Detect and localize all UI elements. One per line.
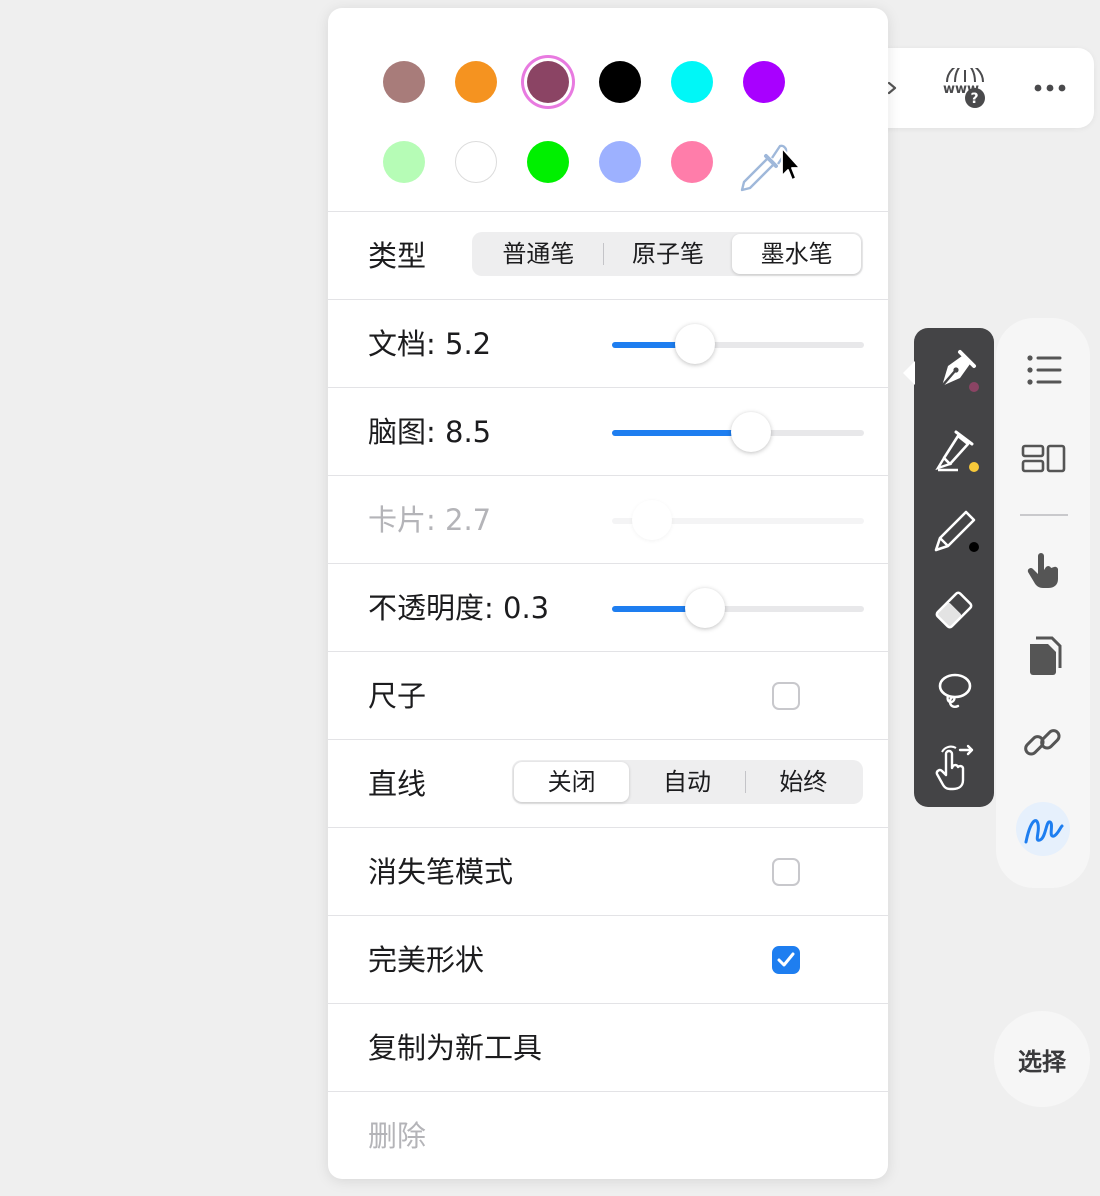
straight-line-label: 直线 xyxy=(368,767,427,801)
card-width-label: 卡片: 2.7 xyxy=(368,503,492,537)
highlighter-icon xyxy=(935,430,979,472)
svg-text:?: ? xyxy=(971,91,979,107)
pencil-tool[interactable] xyxy=(928,502,980,558)
duplicate-tool-label[interactable]: 复制为新工具 xyxy=(368,1004,542,1092)
document-width-label: 文档: 5.2 xyxy=(368,327,492,361)
swatch-orange[interactable] xyxy=(455,61,497,103)
pan-gesture-icon xyxy=(935,744,974,791)
hand-pointer-button[interactable] xyxy=(1016,544,1070,598)
web-help-icon[interactable]: www ? xyxy=(942,68,988,110)
vanish-mode-checkbox[interactable] xyxy=(772,858,800,886)
delete-label: 删除 xyxy=(368,1119,427,1153)
eraser-icon xyxy=(935,591,973,629)
vanish-mode-row: 消失笔模式 xyxy=(328,828,888,916)
layout-icon xyxy=(1021,444,1066,473)
swatch-green[interactable] xyxy=(527,141,569,183)
opacity-row: 不透明度: 0.3 xyxy=(328,564,888,652)
perfect-shape-label: 完美形状 xyxy=(368,943,485,977)
slider-knob xyxy=(632,500,673,540)
slider-knob[interactable] xyxy=(675,324,716,364)
pen-type-option-ballpoint[interactable]: 原子笔 xyxy=(604,234,733,274)
layout-button[interactable] xyxy=(1016,432,1070,486)
delete-row: 删除 xyxy=(328,1092,888,1179)
pencil-icon xyxy=(934,510,979,552)
straight-line-option-auto[interactable]: 自动 xyxy=(629,762,744,802)
mindmap-width-slider[interactable] xyxy=(612,412,864,452)
pen-toolbar xyxy=(903,328,994,807)
swatch-black[interactable] xyxy=(599,61,641,103)
slider-fill xyxy=(612,430,751,436)
fountain-pen-icon xyxy=(941,350,979,392)
eraser-tool[interactable] xyxy=(928,582,980,638)
hand-pointer-icon xyxy=(1027,553,1058,588)
opacity-label: 不透明度: 0.3 xyxy=(368,591,550,625)
pen-type-option-ink[interactable]: 墨水笔 xyxy=(732,234,862,274)
popover-pointer xyxy=(903,361,915,385)
select-button[interactable]: 选择 xyxy=(994,1011,1090,1107)
link-button[interactable] xyxy=(1016,716,1070,770)
slider-knob[interactable] xyxy=(685,588,726,628)
swatch-purple[interactable] xyxy=(743,61,785,103)
swatch-pink[interactable] xyxy=(671,141,713,183)
card-width-row: 卡片: 2.7 xyxy=(328,476,888,564)
top-toolbar: www ? xyxy=(862,48,1094,128)
mindmap-width-row: 脑图: 8.5 xyxy=(328,388,888,476)
eyedropper-icon[interactable] xyxy=(734,136,806,196)
ruler-checkbox[interactable] xyxy=(772,682,800,710)
swatch-cyan[interactable] xyxy=(671,61,713,103)
lasso-icon xyxy=(938,673,972,708)
ruler-row: 尺子 xyxy=(328,652,888,740)
outline-list-icon xyxy=(1027,355,1062,385)
documents-icon xyxy=(1030,636,1062,675)
link-icon xyxy=(1024,729,1061,756)
straight-line-option-off[interactable]: 关闭 xyxy=(514,762,630,802)
swatch-plum[interactable] xyxy=(527,61,569,103)
mindmap-width-label: 脑图: 8.5 xyxy=(368,415,492,449)
document-width-slider[interactable] xyxy=(612,324,864,364)
perfect-shape-checkbox[interactable] xyxy=(772,946,800,974)
straight-line-option-always[interactable]: 始终 xyxy=(746,762,861,802)
vanish-mode-label: 消失笔模式 xyxy=(368,855,514,889)
documents-button[interactable] xyxy=(1016,630,1070,684)
pan-gesture-tool[interactable] xyxy=(928,740,980,796)
card-width-slider xyxy=(612,500,864,540)
opacity-slider[interactable] xyxy=(612,588,864,628)
duplicate-tool-row[interactable]: 复制为新工具 xyxy=(328,1004,888,1092)
side-toolbar-divider xyxy=(1020,514,1068,516)
swatch-mauve[interactable] xyxy=(383,61,425,103)
pen-type-segmented: 普通笔 原子笔 墨水笔 xyxy=(472,232,863,276)
side-toolbar xyxy=(996,318,1090,888)
swatch-white[interactable] xyxy=(455,141,497,183)
perfect-shape-row: 完美形状 xyxy=(328,916,888,1004)
type-row: 类型 普通笔 原子笔 墨水笔 xyxy=(328,212,888,300)
slider-knob[interactable] xyxy=(730,412,771,452)
lasso-tool[interactable] xyxy=(928,662,980,718)
straight-line-row: 直线 关闭 自动 始终 xyxy=(328,740,888,828)
checkmark-icon xyxy=(777,952,795,967)
pen-settings-panel: 类型 普通笔 原子笔 墨水笔 文档: 5.2 脑图: 8.5 卡片: 2.7 不… xyxy=(328,8,888,1179)
scribble-icon xyxy=(1024,819,1064,844)
outline-button[interactable] xyxy=(1016,344,1070,398)
fountain-pen-tool[interactable] xyxy=(928,342,980,398)
ruler-label: 尺子 xyxy=(368,679,427,713)
swatch-light-green[interactable] xyxy=(383,141,425,183)
document-width-row: 文档: 5.2 xyxy=(328,300,888,388)
type-label: 类型 xyxy=(368,239,427,273)
more-icon[interactable] xyxy=(1030,74,1070,102)
swatch-periwinkle[interactable] xyxy=(599,141,641,183)
pen-type-option-normal[interactable]: 普通笔 xyxy=(474,234,603,274)
color-swatches xyxy=(328,8,888,212)
scribble-button[interactable] xyxy=(1016,802,1070,856)
straight-line-segmented: 关闭 自动 始终 xyxy=(512,760,863,804)
highlighter-tool[interactable] xyxy=(928,422,980,478)
